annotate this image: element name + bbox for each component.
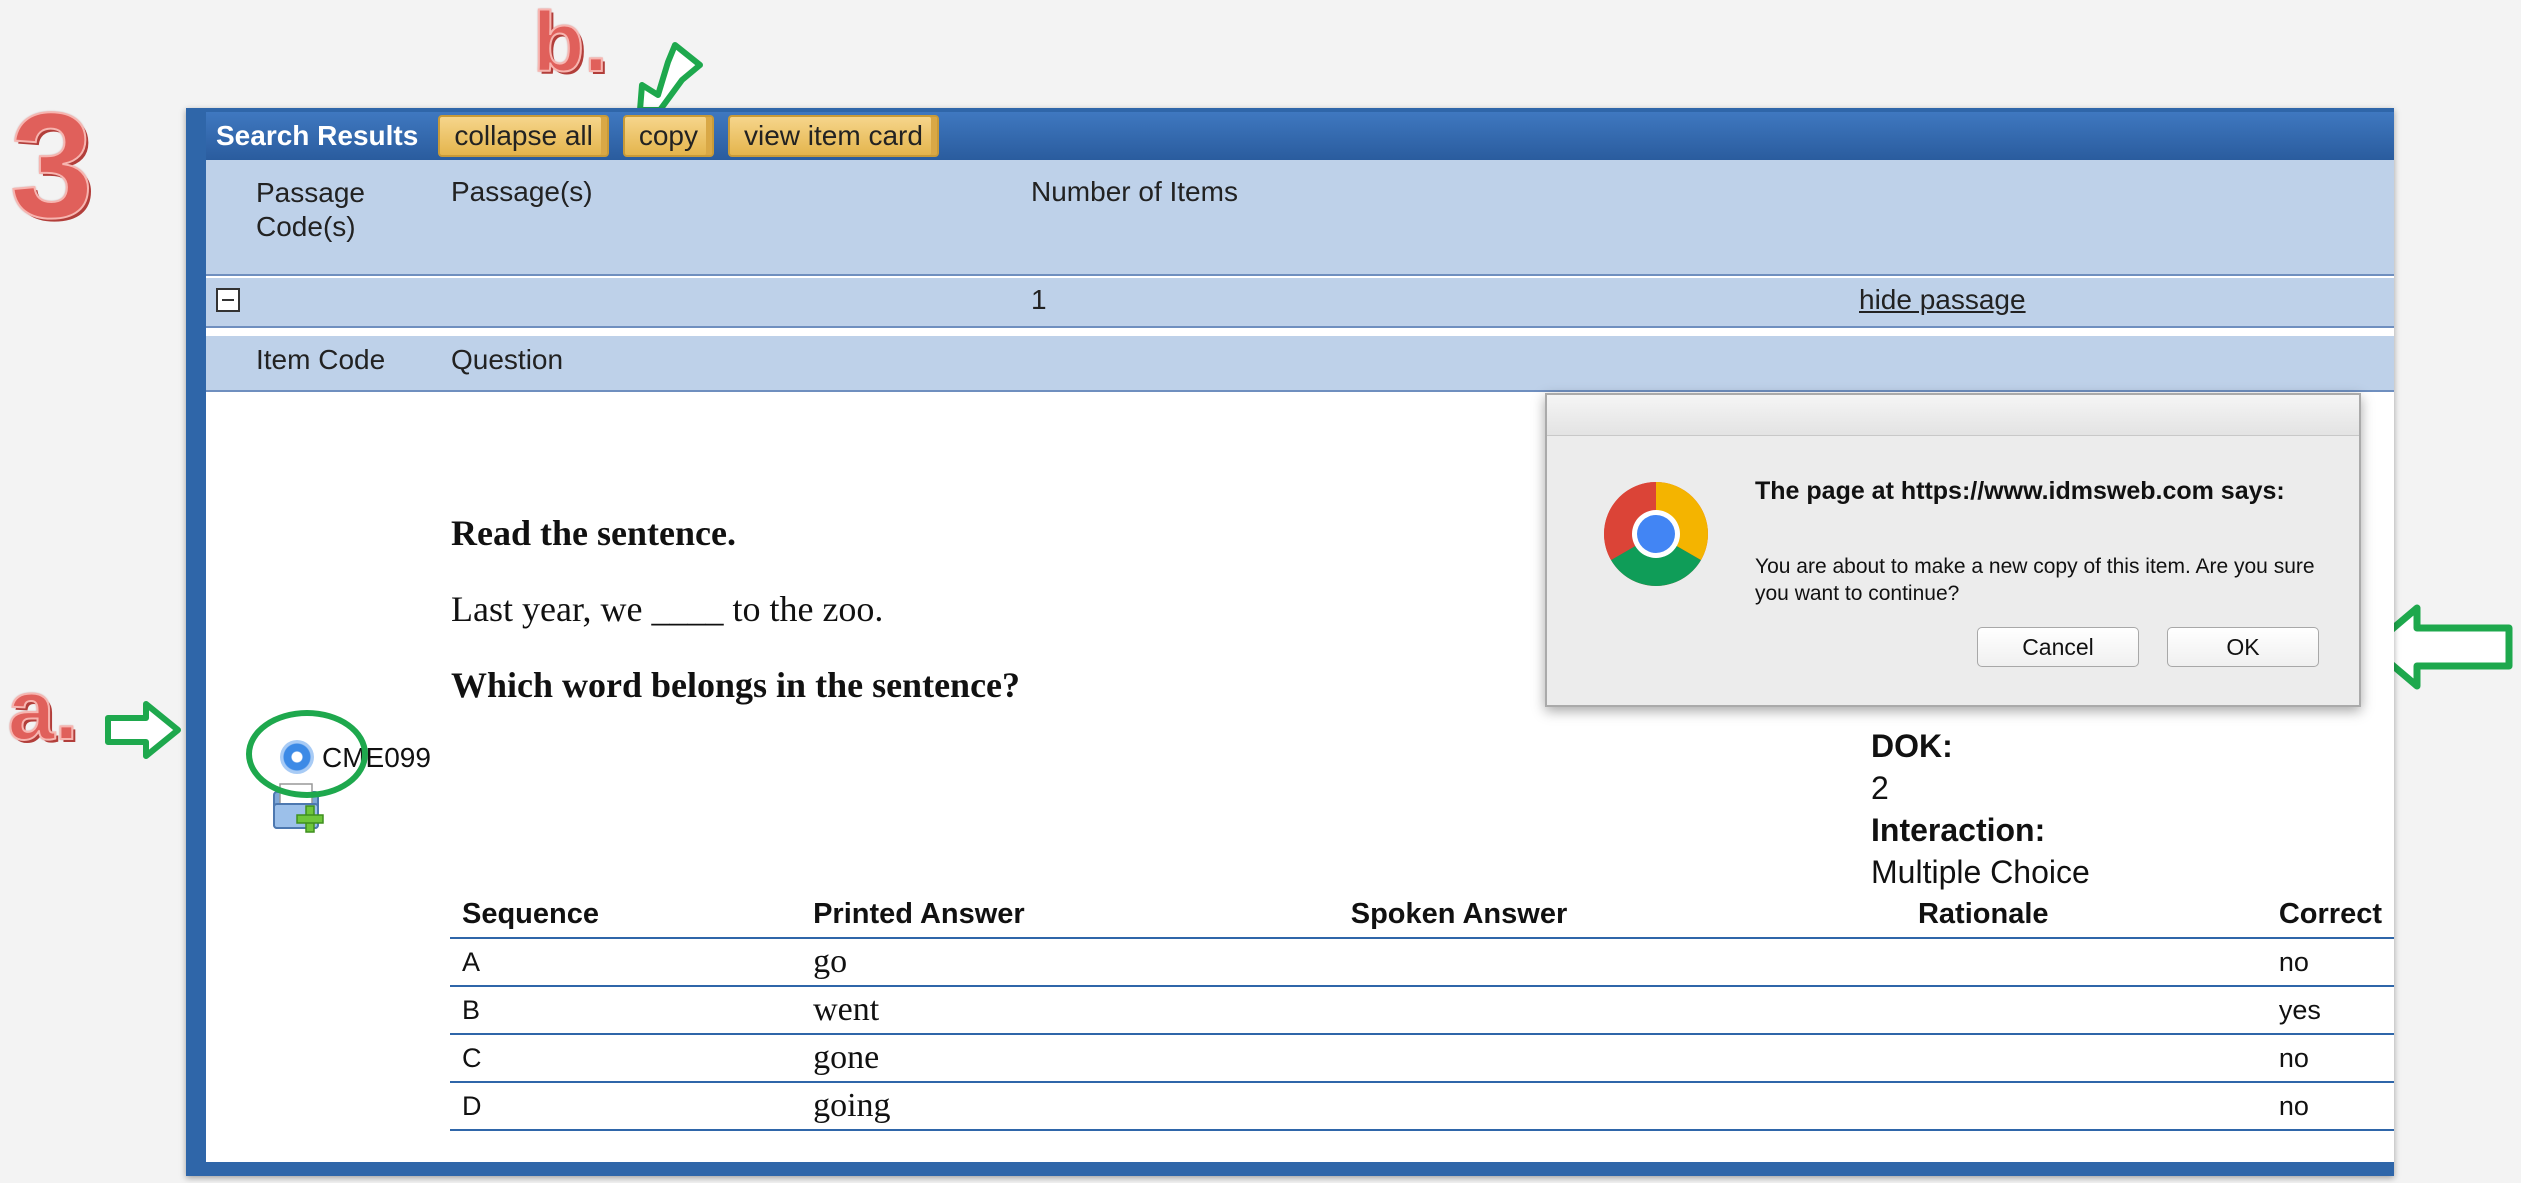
passage-column-header: Passage Code(s) Passage(s) Number of Ite… [206, 160, 2394, 276]
col-question: Question [451, 344, 564, 375]
view-item-card-button[interactable]: view item card [728, 115, 939, 157]
dialog-titlebar [1547, 395, 2359, 436]
dok-value: 2 [1871, 770, 1889, 806]
cell-rationale [1905, 1034, 2267, 1083]
table-row: A go no [450, 938, 2394, 987]
dialog-message: You are about to make a new copy of this… [1755, 555, 2315, 606]
cell-printed: go [801, 938, 1339, 987]
th-sequence: Sequence [450, 892, 802, 939]
cell-printed: going [801, 1082, 1339, 1131]
chrome-logo-icon [1604, 482, 1708, 586]
annotation-step-b: b. [532, 0, 609, 89]
cancel-button[interactable]: Cancel [1977, 627, 2139, 667]
cell-spoken [1338, 938, 1906, 987]
ok-button[interactable]: OK [2167, 627, 2319, 667]
th-printed-answer: Printed Answer [801, 892, 1339, 939]
cell-correct: no [2266, 1034, 2394, 1083]
hide-passage-link[interactable]: hide passage [1859, 284, 2026, 316]
answer-table-header: Sequence Printed Answer Spoken Answer Ra… [450, 892, 2394, 939]
question-prompt: Read the sentence. [451, 513, 736, 553]
dok-label: DOK: [1871, 728, 1953, 764]
cell-rationale [1905, 938, 2267, 987]
col-passage-codes: Passage Code(s) [256, 177, 365, 242]
cell-rationale [1905, 986, 2267, 1035]
question-text: Which word belongs in the sentence? [451, 665, 1021, 705]
copy-button[interactable]: copy [622, 115, 715, 157]
cell-correct: yes [2266, 986, 2394, 1035]
panel-header: Search Results collapse all copy view it… [206, 112, 2394, 160]
annotation-step-a: a. [7, 663, 79, 757]
th-spoken-answer: Spoken Answer [1338, 892, 1906, 939]
collapse-toggle-icon[interactable] [216, 288, 240, 312]
table-row: D going no [450, 1082, 2394, 1131]
cell-printed: went [801, 986, 1339, 1035]
interaction-value: Multiple Choice [1871, 854, 2090, 890]
item-column-header: Item Code Question [206, 328, 2394, 392]
highlight-circle [246, 710, 368, 798]
passage-item-count: 1 [1031, 284, 1047, 315]
arrow-right-icon [105, 701, 181, 759]
answer-table: Sequence Printed Answer Spoken Answer Ra… [450, 892, 2394, 1131]
col-item-code: Item Code [256, 344, 386, 375]
confirm-dialog: The page at https://www.idmsweb.com says… [1545, 393, 2361, 707]
collapse-all-button[interactable]: collapse all [438, 115, 609, 157]
cell-rationale [1905, 1082, 2267, 1131]
table-row: B went yes [450, 986, 2394, 1035]
cell-spoken [1338, 1082, 1906, 1131]
cell-spoken [1338, 1034, 1906, 1083]
interaction-label: Interaction: [1871, 812, 2046, 848]
cell-sequence: A [450, 938, 802, 987]
table-row: C gone no [450, 1034, 2394, 1083]
cell-sequence: B [450, 986, 802, 1035]
cell-sequence: C [450, 1034, 802, 1083]
cell-printed: gone [801, 1034, 1339, 1083]
question-sentence: Last year, we ____ to the zoo. [451, 589, 884, 629]
th-correct: Correct [2266, 892, 2394, 939]
th-rationale: Rationale [1905, 892, 2267, 939]
cell-spoken [1338, 986, 1906, 1035]
passage-row: 1 hide passage [206, 276, 2394, 328]
cell-correct: no [2266, 938, 2394, 987]
annotation-step-3: 3 [9, 81, 94, 249]
col-number-of-items: Number of Items [1031, 176, 1238, 207]
dialog-title: The page at https://www.idmsweb.com says… [1755, 477, 2285, 505]
panel-title: Search Results [216, 120, 419, 151]
cell-sequence: D [450, 1082, 802, 1131]
col-passages: Passage(s) [451, 176, 593, 207]
cell-correct: no [2266, 1082, 2394, 1131]
